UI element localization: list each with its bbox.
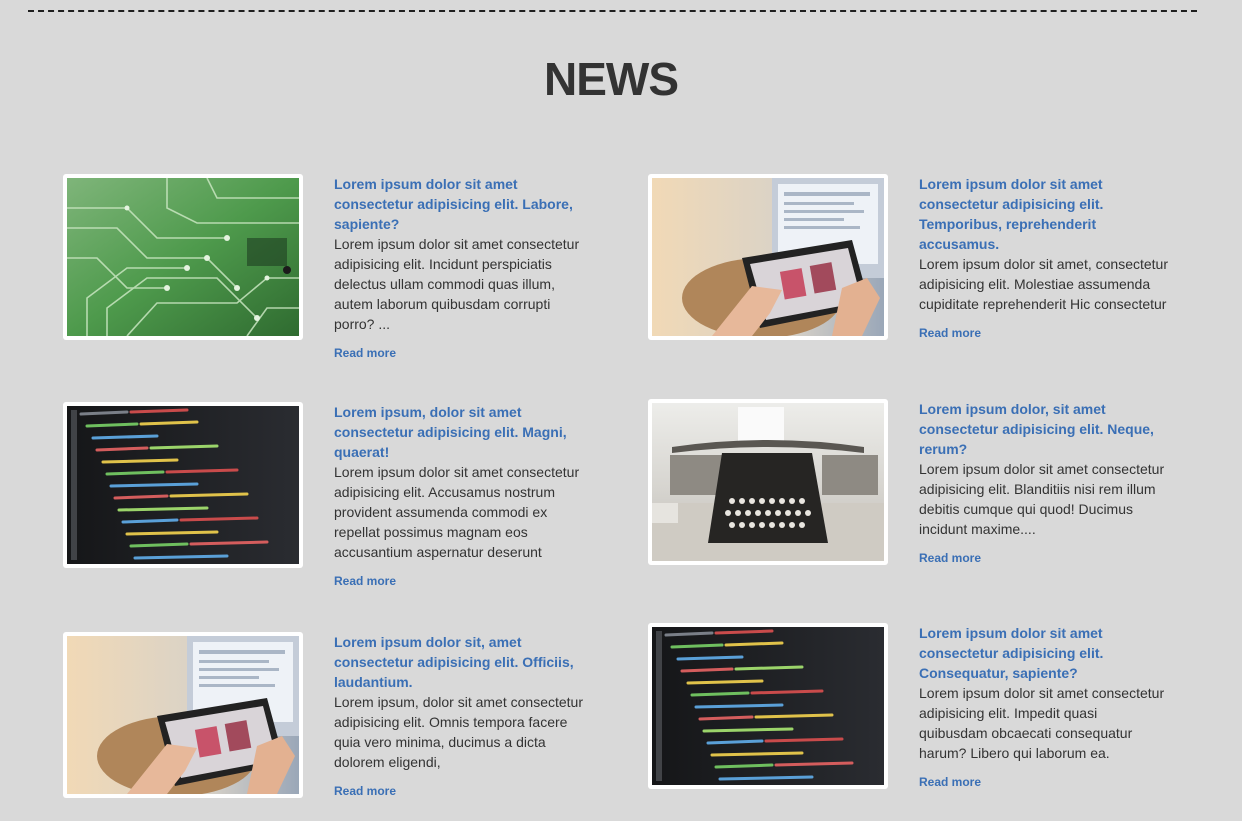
dashed-divider — [28, 10, 1197, 12]
circuit-board-image — [67, 178, 299, 336]
tablet-hands-image — [67, 636, 299, 794]
news-thumbnail[interactable] — [648, 623, 888, 789]
read-more-link[interactable]: Read more — [334, 573, 584, 589]
news-thumbnail[interactable] — [63, 402, 303, 568]
read-more-link[interactable]: Read more — [334, 783, 584, 799]
news-title-link[interactable]: Lorem ipsum, dolor sit amet consectetur … — [334, 402, 584, 462]
news-thumbnail[interactable] — [648, 399, 888, 565]
tablet-hands-image — [652, 178, 884, 336]
read-more-link[interactable]: Read more — [919, 325, 1169, 341]
news-title-link[interactable]: Lorem ipsum dolor sit, amet consectetur … — [334, 632, 584, 692]
code-screen-image — [652, 627, 884, 785]
news-thumbnail[interactable] — [63, 174, 303, 340]
typewriter-image — [652, 403, 884, 561]
news-excerpt: Lorem ipsum, dolor sit amet consectetur … — [334, 694, 583, 770]
code-screen-image — [67, 406, 299, 564]
read-more-link[interactable]: Read more — [919, 550, 1169, 566]
news-section: NEWS Lorem ipsum dolor sit amet consecte… — [0, 0, 1242, 821]
news-thumbnail[interactable] — [648, 174, 888, 340]
read-more-link[interactable]: Read more — [919, 774, 1169, 790]
news-excerpt: Lorem ipsum dolor sit amet consectetur a… — [334, 236, 580, 332]
news-title-link[interactable]: Lorem ipsum dolor sit amet consectetur a… — [919, 623, 1169, 683]
news-title-link[interactable]: Lorem ipsum dolor sit amet consectetur a… — [919, 174, 1169, 254]
news-excerpt: Lorem ipsum dolor sit amet consectetur a… — [334, 464, 580, 560]
news-thumbnail[interactable] — [63, 632, 303, 798]
news-excerpt: Lorem ipsum dolor sit amet, consectetur … — [919, 256, 1168, 312]
read-more-link[interactable]: Read more — [334, 345, 584, 361]
news-excerpt: Lorem ipsum dolor sit amet consectetur a… — [919, 685, 1165, 761]
news-title-link[interactable]: Lorem ipsum dolor, sit amet consectetur … — [919, 399, 1169, 459]
news-excerpt: Lorem ipsum dolor sit amet consectetur a… — [919, 461, 1165, 537]
news-title-link[interactable]: Lorem ipsum dolor sit amet consectetur a… — [334, 174, 584, 234]
page-title: NEWS — [544, 53, 679, 105]
